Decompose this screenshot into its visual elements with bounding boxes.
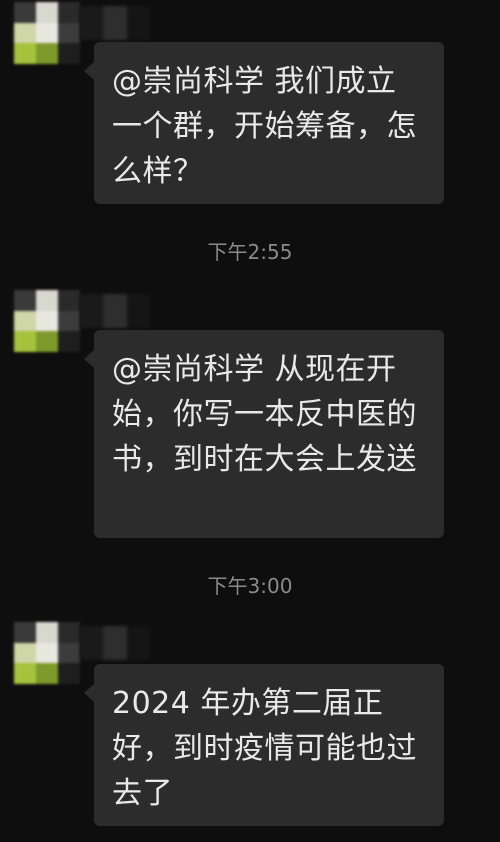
pixelated-name (80, 626, 150, 660)
pixelated-name (80, 6, 150, 40)
timestamp: 下午2:55 (207, 240, 293, 264)
timestamp: 下午3:00 (207, 574, 293, 598)
message-text: @崇尚科学 我们成立一个群，开始筹备，怎么样？ (112, 64, 417, 189)
message-text: 2024 年办第二届正好，到时疫情可能也过去了 (112, 686, 417, 811)
message-text: @崇尚科学 从现在开始，你写一本反中医的书，到时在大会上发送 (112, 352, 417, 477)
sender-avatar[interactable] (14, 2, 80, 64)
sender-avatar[interactable] (14, 290, 80, 352)
message-bubble[interactable]: 2024 年办第二届正好，到时疫情可能也过去了 (84, 664, 444, 826)
message-bubble[interactable]: @崇尚科学 从现在开始，你写一本反中医的书，到时在大会上发送 (84, 330, 444, 538)
pixelated-name (80, 294, 150, 328)
message-bubble[interactable]: @崇尚科学 我们成立一个群，开始筹备，怎么样？ (84, 42, 444, 204)
chat-view: @崇尚科学 我们成立一个群，开始筹备，怎么样？ 下午2:55 @崇尚科学 从现在… (0, 0, 500, 842)
sender-avatar[interactable] (14, 622, 80, 684)
